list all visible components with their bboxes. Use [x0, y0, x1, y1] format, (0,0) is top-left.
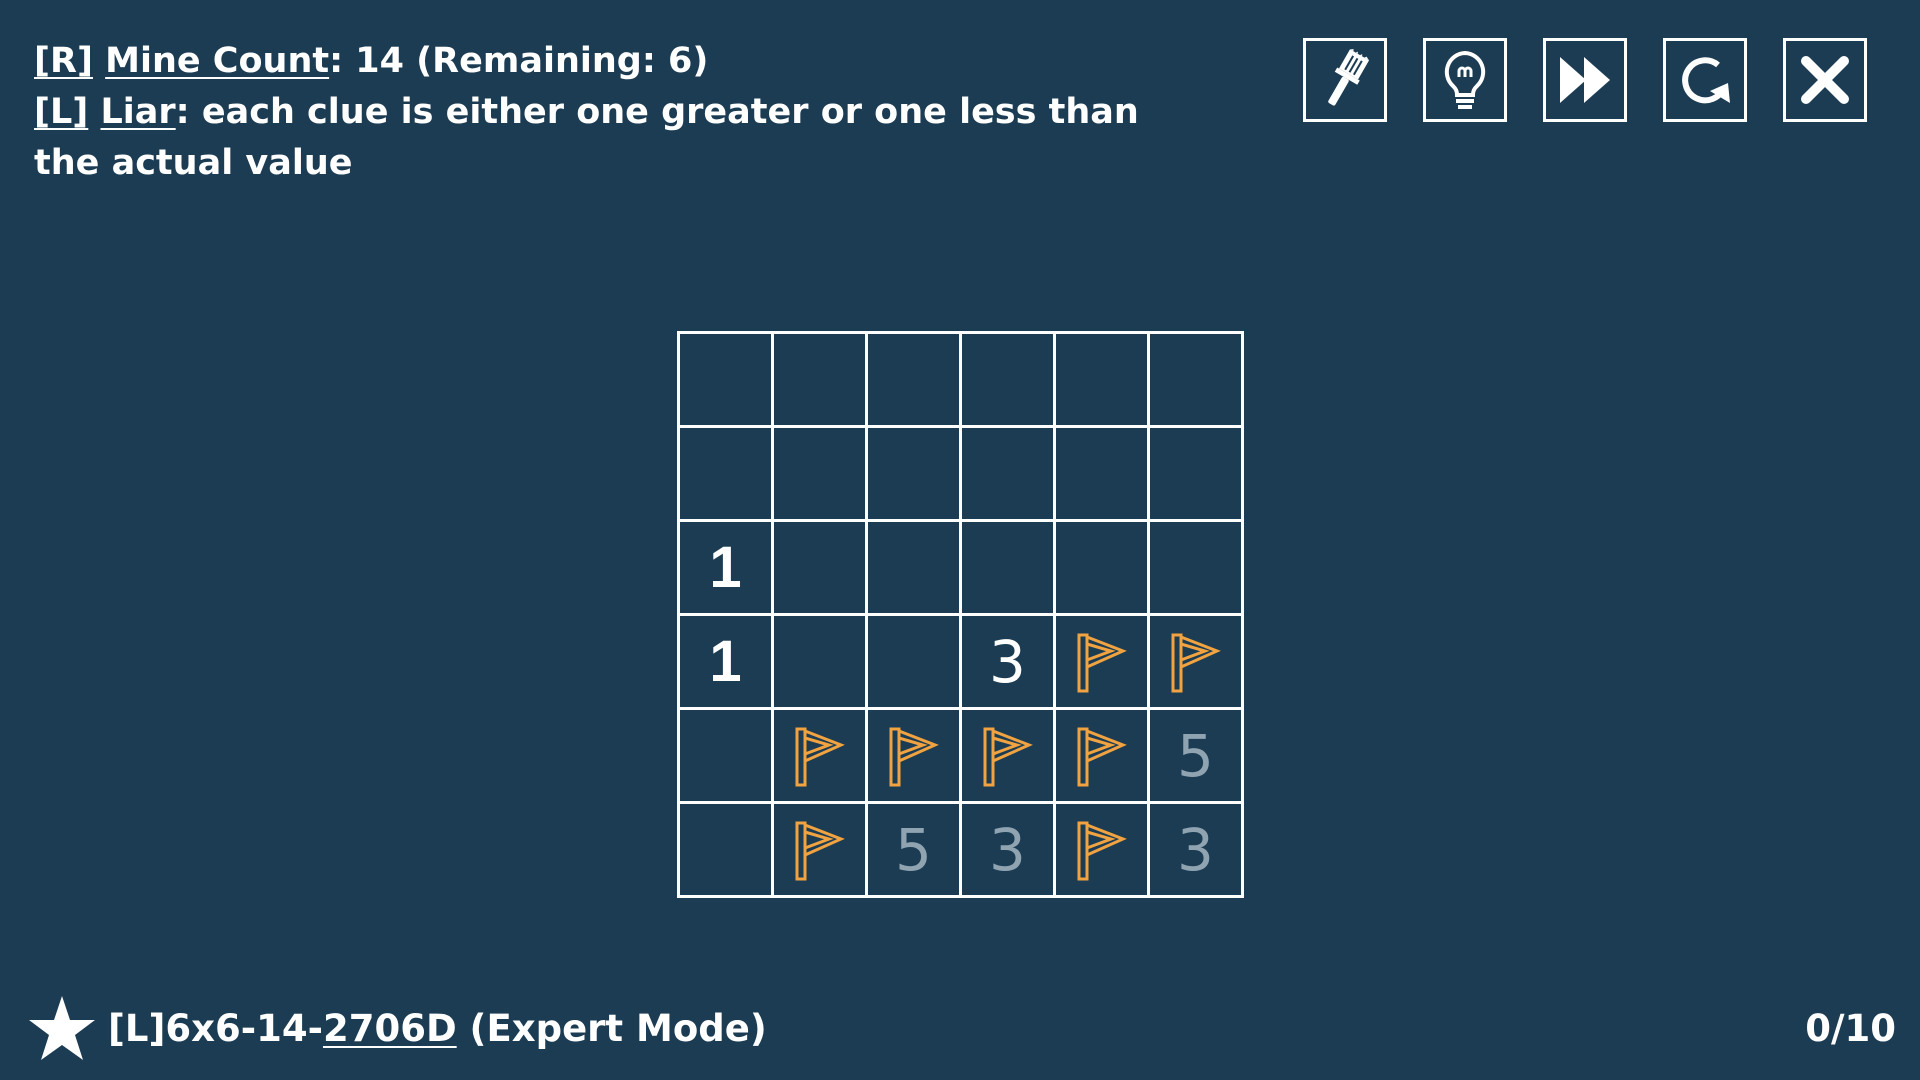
brush-icon [1328, 49, 1370, 106]
flag-icon [1077, 821, 1127, 880]
board-cell[interactable]: 1 [680, 616, 774, 710]
close-button[interactable] [1783, 38, 1867, 122]
board-cell[interactable] [1150, 334, 1244, 428]
board-cell[interactable] [868, 334, 962, 428]
board-cell[interactable] [774, 428, 868, 522]
board-cell[interactable]: 1 [680, 522, 774, 616]
rule-key-r[interactable]: [R] [34, 41, 93, 81]
board-cell[interactable] [868, 616, 962, 710]
board-cell[interactable] [962, 334, 1056, 428]
flag-icon [1077, 727, 1127, 786]
board-cell[interactable] [1056, 804, 1150, 898]
board-cell[interactable]: 5 [868, 804, 962, 898]
rule-name-liar[interactable]: Liar [100, 92, 175, 132]
board-cell[interactable]: 3 [962, 616, 1056, 710]
flag-icon [795, 727, 845, 786]
board-cell[interactable] [1150, 616, 1244, 710]
board-cell[interactable] [1056, 616, 1150, 710]
rule-name-mine-count[interactable]: Mine Count [105, 41, 329, 81]
board-cell[interactable] [962, 522, 1056, 616]
level-prefix: [L]6x6-14- [108, 1006, 323, 1050]
fast-forward-icon [1560, 57, 1610, 103]
clue-number: 1 [709, 535, 742, 600]
board-cell[interactable] [680, 804, 774, 898]
board-cell[interactable] [680, 334, 774, 428]
clue-number: 1 [709, 629, 742, 694]
level-label: [L]6x6-14-2706D (Expert Mode) [108, 1007, 767, 1050]
board-cell[interactable] [1150, 428, 1244, 522]
brush-button[interactable] [1303, 38, 1387, 122]
game-board: 1135533 [677, 331, 1244, 898]
board-cell[interactable]: 3 [1150, 804, 1244, 898]
clue-number: 3 [989, 627, 1026, 696]
clue-number: 3 [1177, 815, 1214, 884]
flag-icon [795, 821, 845, 880]
board-cell[interactable] [1150, 522, 1244, 616]
rule-mine-count-value: : 14 (Remaining: 6) [329, 41, 709, 81]
hint-button[interactable] [1423, 38, 1507, 122]
level-code-link[interactable]: 2706D [323, 1007, 457, 1050]
board-cell[interactable] [774, 334, 868, 428]
restart-icon [1682, 57, 1730, 104]
level-info: [L]6x6-14-2706D (Expert Mode) [28, 993, 767, 1063]
rule-liar: [L] Liar: each clue is either one greate… [34, 87, 1214, 189]
board-cell[interactable] [962, 710, 1056, 804]
board-cell[interactable] [1056, 428, 1150, 522]
clue-number: 5 [895, 815, 932, 884]
restart-button[interactable] [1663, 38, 1747, 122]
board-cell[interactable] [774, 522, 868, 616]
board-cell[interactable] [1056, 710, 1150, 804]
board-cell[interactable] [680, 710, 774, 804]
close-icon [1801, 56, 1849, 104]
flag-icon [1171, 633, 1221, 692]
board-cell[interactable] [774, 710, 868, 804]
board-cell[interactable]: 3 [962, 804, 1056, 898]
progress-counter: 0/10 [1805, 1007, 1896, 1050]
board-cell[interactable] [1056, 334, 1150, 428]
clue-number: 5 [1177, 721, 1214, 790]
board-cell[interactable] [680, 428, 774, 522]
lightbulb-icon [1444, 50, 1486, 109]
rule-liar-text: : each clue is either one greater or one… [34, 92, 1139, 183]
rule-key-l[interactable]: [L] [34, 92, 88, 132]
flag-icon [1077, 633, 1127, 692]
board-cell[interactable] [868, 710, 962, 804]
skip-button[interactable] [1543, 38, 1627, 122]
flag-icon [983, 727, 1033, 786]
rule-mine-count: [R] Mine Count: 14 (Remaining: 6) [34, 36, 1214, 87]
level-mode: (Expert Mode) [456, 1006, 767, 1050]
flag-icon [889, 727, 939, 786]
board-cell[interactable] [774, 616, 868, 710]
board-cell[interactable] [1056, 522, 1150, 616]
toolbar [1303, 38, 1867, 122]
board-cell[interactable] [774, 804, 868, 898]
board-cell[interactable] [868, 522, 962, 616]
clue-number: 3 [989, 815, 1026, 884]
board-cell[interactable]: 5 [1150, 710, 1244, 804]
rules-panel: [R] Mine Count: 14 (Remaining: 6) [L] Li… [34, 36, 1214, 189]
board-cell[interactable] [868, 428, 962, 522]
board-cell[interactable] [962, 428, 1056, 522]
star-icon[interactable] [28, 994, 96, 1062]
